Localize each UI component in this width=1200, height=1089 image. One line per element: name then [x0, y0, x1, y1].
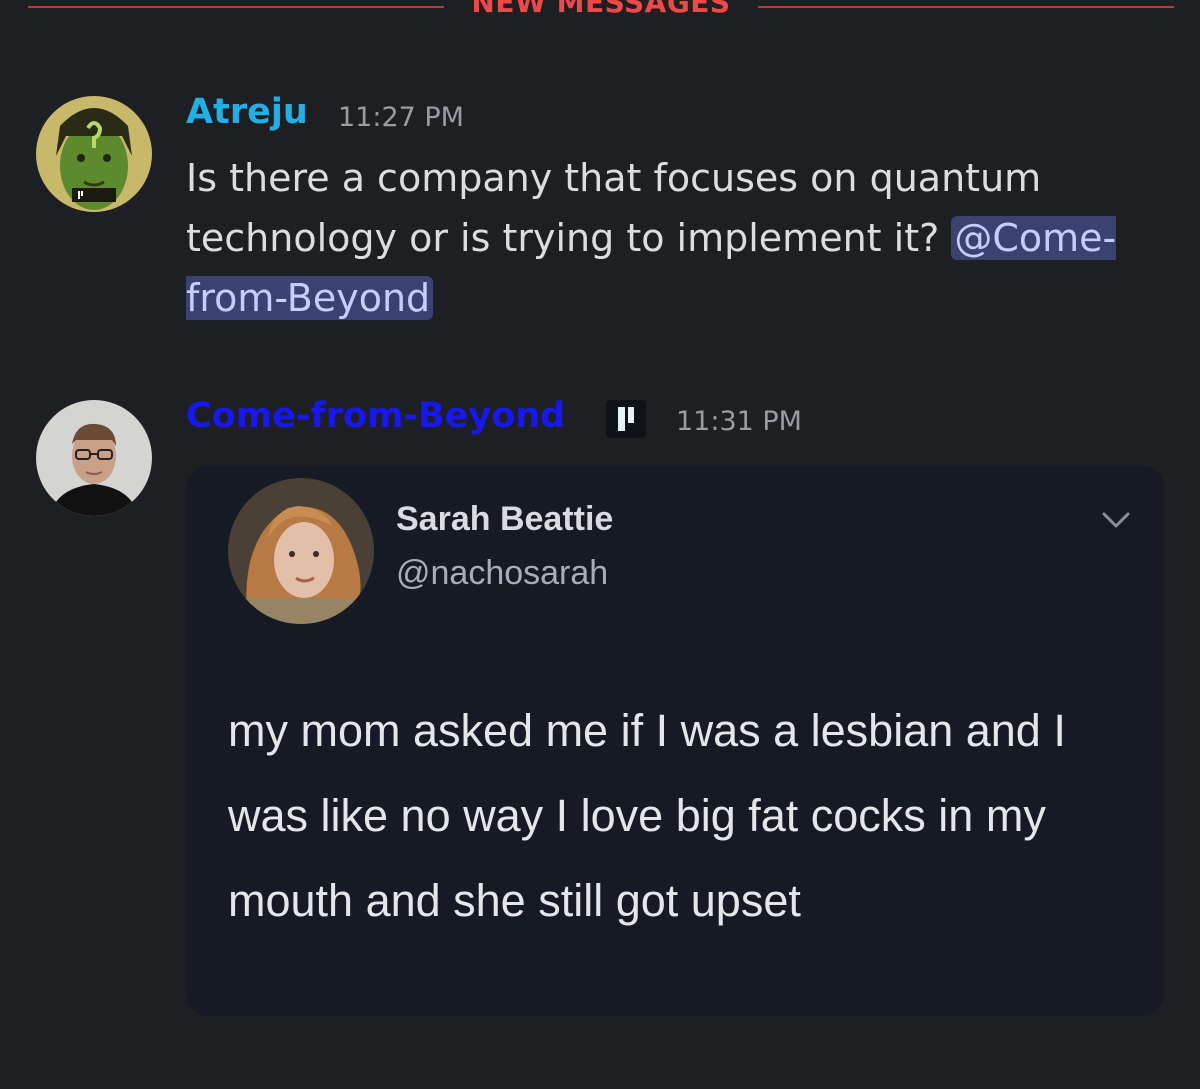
chevron-down-icon [1102, 512, 1130, 528]
tweet-author-handle: @nachosarah [396, 554, 609, 592]
message-content: Is there a company that focuses on quant… [186, 148, 1176, 328]
author-name[interactable]: Come-from-Beyond [186, 396, 565, 436]
author-name[interactable]: Atreju [186, 92, 308, 132]
message-timestamp: 11:31 PM [676, 406, 802, 437]
message-timestamp: 11:27 PM [338, 102, 464, 133]
message-text: Is there a company that focuses on quant… [186, 156, 1042, 260]
avatar[interactable] [36, 96, 152, 212]
tweet-avatar [228, 478, 374, 624]
tweet-author-name: Sarah Beattie [396, 500, 614, 538]
divider-line-left [28, 6, 444, 8]
tweet-screenshot-embed[interactable]: Sarah Beattie @nachosarah my mom asked m… [186, 466, 1164, 1016]
divider-line-right [758, 6, 1174, 8]
avatar[interactable] [36, 400, 152, 516]
new-messages-divider: NEW MESSAGES [0, 0, 1200, 24]
tweet-text: my mom asked me if I was a lesbian and I… [228, 705, 1066, 926]
qubic-icon [606, 400, 646, 438]
new-messages-label: NEW MESSAGES [471, 0, 731, 19]
chat-view: NEW MESSAGES Atreju 11:27 PM Is there a … [0, 0, 1200, 1089]
